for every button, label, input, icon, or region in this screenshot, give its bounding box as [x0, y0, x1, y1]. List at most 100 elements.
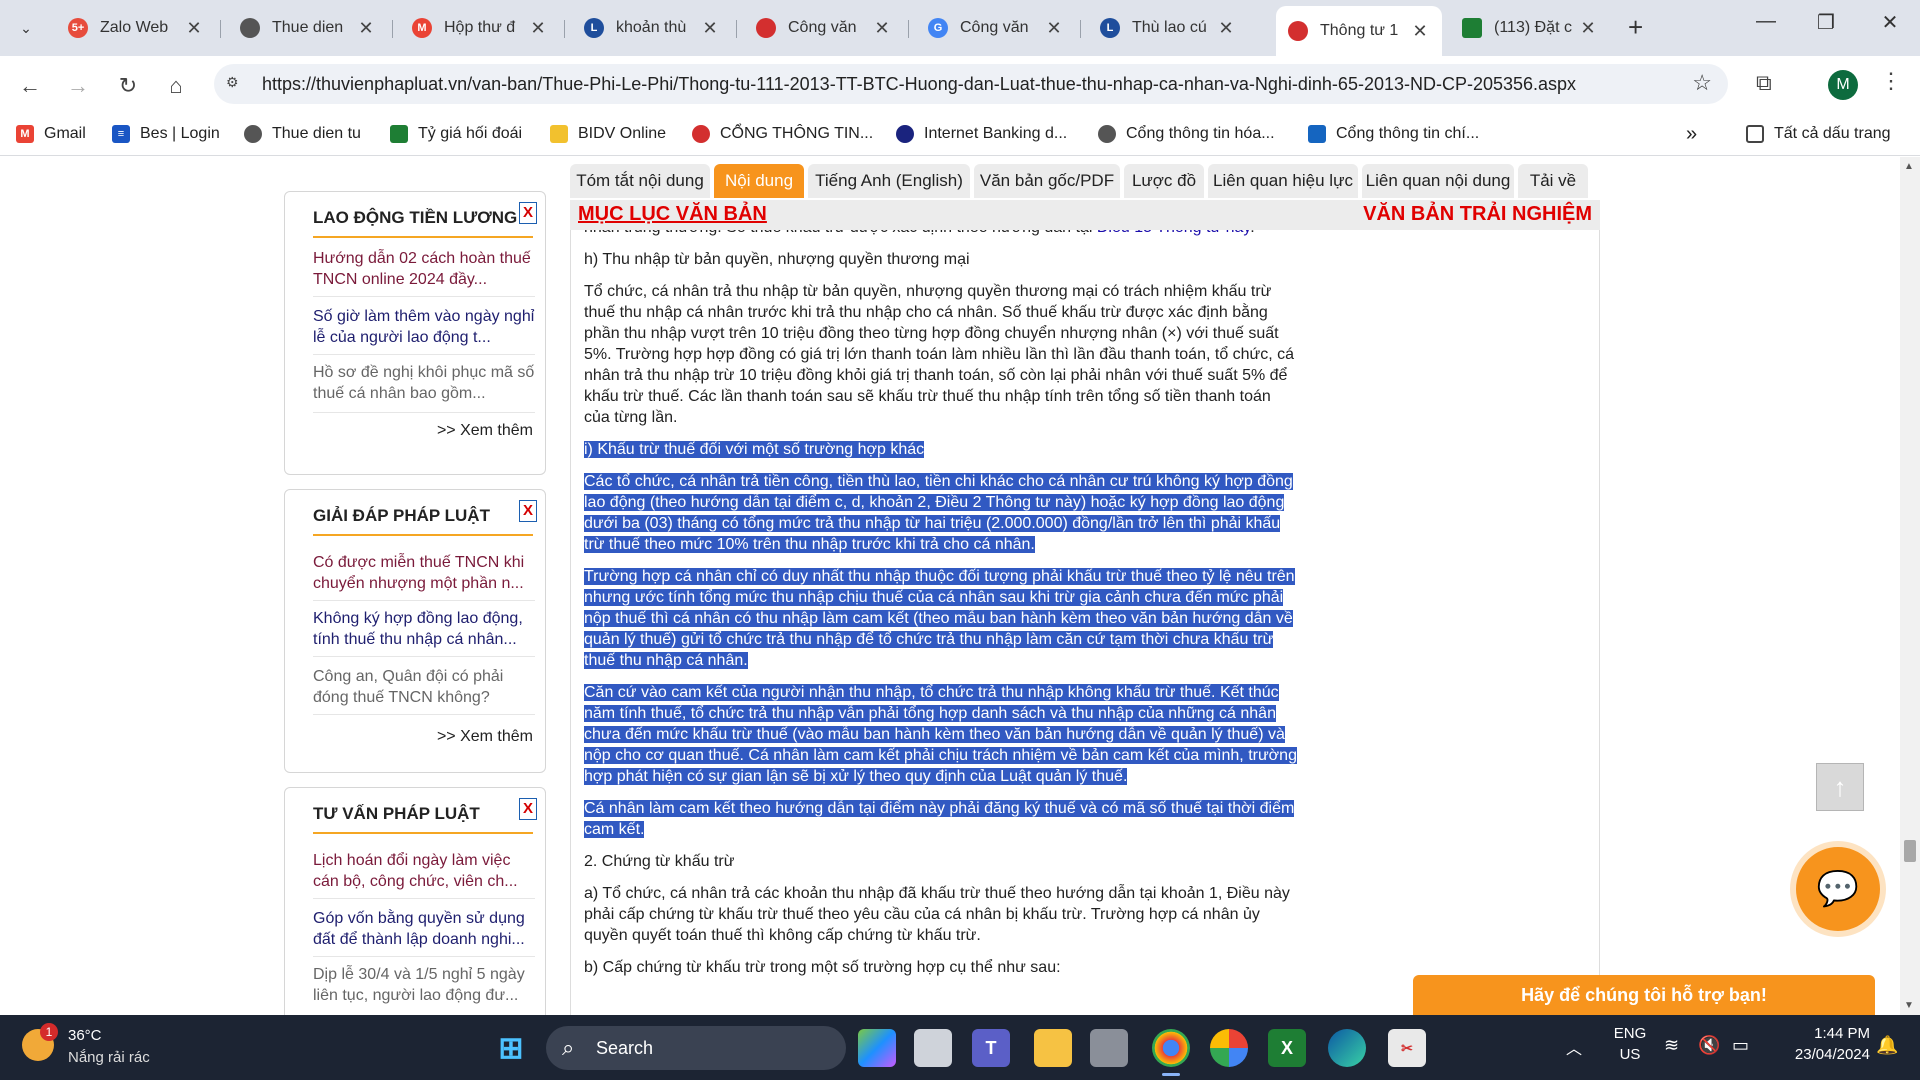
close-icon[interactable]: ✕ [356, 18, 376, 39]
sidebar-link[interactable]: Lịch hoán đổi ngày làm việc cán bộ, công… [313, 850, 535, 892]
weather-temp[interactable]: 36°C [68, 1027, 102, 1044]
site-info-icon[interactable]: ⚙ [226, 74, 248, 94]
clock[interactable]: 1:44 PM 23/04/2024 [1770, 1025, 1870, 1063]
tab-tom-tat[interactable]: Tóm tắt nội dung [570, 164, 710, 198]
close-icon[interactable]: ✕ [1410, 21, 1430, 42]
tab-khoan-thu[interactable]: L khoản thù ✕ [572, 8, 732, 48]
copilot-icon[interactable] [858, 1029, 896, 1067]
chrome-icon[interactable] [1152, 1029, 1190, 1067]
url-text[interactable]: https://thuvienphapluat.vn/van-ban/Thue-… [262, 74, 1576, 95]
bookmark-star-icon[interactable]: ☆ [1692, 70, 1712, 96]
taskbar-search[interactable]: ⌕ Search [546, 1026, 846, 1070]
language-indicator[interactable]: ENG US [1610, 1025, 1650, 1063]
bookmark-internet-banking[interactable]: Internet Banking d... [896, 122, 1067, 146]
file-explorer-icon[interactable] [1034, 1029, 1072, 1067]
tab-title: Công văn [788, 19, 857, 36]
chat-icon[interactable]: 💬 [1790, 841, 1886, 937]
tray-chevron-icon[interactable]: ︿ [1566, 1035, 1582, 1059]
sidebar-link[interactable]: Số giờ làm thêm vào ngày nghỉ lễ của ngư… [313, 306, 535, 348]
weather-desc[interactable]: Nắng rải rác [68, 1049, 150, 1066]
all-bookmarks[interactable]: Tất cả dấu trang [1746, 122, 1891, 146]
snipping-tool-icon[interactable]: ✂ [1388, 1029, 1426, 1067]
tab-sheets[interactable]: (113) Đặt c ✕ [1450, 8, 1610, 48]
see-more-link[interactable]: >> Xem thêm [437, 728, 533, 746]
forward-button[interactable]: → [62, 70, 94, 102]
sidebar-link[interactable]: Công an, Quân đội có phải đóng thuế TNCN… [313, 666, 535, 708]
tab-cong-van-2[interactable]: G Công văn ✕ [916, 8, 1076, 48]
bookmark-cong-thong-tin[interactable]: CỔNG THÔNG TIN... [692, 122, 873, 146]
sidebar-link[interactable]: Góp vốn bằng quyền sử dụng đất để thành … [313, 908, 535, 950]
page-scrollbar[interactable]: ▲ ▼ [1900, 157, 1920, 1015]
tab-cong-van-1[interactable]: Công văn ✕ [744, 8, 904, 48]
back-button[interactable]: ← [14, 70, 46, 102]
close-box-button[interactable]: X [519, 202, 537, 224]
bookmark-hoa-don[interactable]: Cổng thông tin hóa... [1098, 122, 1275, 146]
close-icon[interactable]: ✕ [528, 18, 548, 39]
menu-icon[interactable]: ⋮ [1880, 68, 1902, 94]
teams-icon[interactable]: T [972, 1029, 1010, 1067]
close-box-button[interactable]: X [519, 500, 537, 522]
tab-tai-ve[interactable]: Tải về [1518, 164, 1588, 198]
tab-luoc-do[interactable]: Lược đồ [1124, 164, 1204, 198]
close-box-button[interactable]: X [519, 798, 537, 820]
photos-icon[interactable] [1210, 1029, 1248, 1067]
address-bar[interactable]: ⚙ https://thuvienphapluat.vn/van-ban/Thu… [214, 64, 1728, 104]
tab-zalo[interactable]: 5+ Zalo Web ✕ [56, 8, 216, 48]
tab-van-ban-goc[interactable]: Văn bản gốc/PDF [974, 164, 1120, 198]
battery-icon[interactable]: ▭ [1732, 1035, 1749, 1056]
new-tab-button[interactable]: + [1628, 12, 1643, 43]
reload-button[interactable]: ↻ [112, 70, 144, 102]
tab-title: Zalo Web [100, 19, 169, 36]
bookmark-gmail[interactable]: M Gmail [16, 122, 86, 146]
bookmark-ty-gia[interactable]: Tỷ giá hối đoái [390, 122, 522, 146]
close-window-button[interactable]: ✕ [1860, 10, 1920, 35]
tab-noi-dung[interactable]: Nội dung [714, 164, 804, 198]
tab-lien-quan-hieu-luc[interactable]: Liên quan hiệu lực [1208, 164, 1358, 198]
list-icon: ≡ [112, 125, 130, 143]
scroll-up-icon[interactable]: ▲ [1904, 161, 1914, 172]
wifi-icon[interactable]: ≋ [1664, 1035, 1679, 1056]
tab-gmail[interactable]: M Hộp thư đ ✕ [400, 8, 560, 48]
more-bookmarks-chevron-icon[interactable]: » [1686, 122, 1697, 146]
sidebar-link[interactable]: Dịp lễ 30/4 và 1/5 nghỉ 5 ngày liên tục,… [313, 964, 535, 1006]
close-icon[interactable]: ✕ [1044, 18, 1064, 39]
volume-muted-icon[interactable]: 🔇 [1698, 1035, 1720, 1056]
close-icon[interactable]: ✕ [1216, 18, 1236, 39]
trial-document-link[interactable]: VĂN BẢN TRẢI NGHIỆM [1363, 203, 1592, 226]
home-button[interactable]: ⌂ [160, 70, 192, 102]
close-icon[interactable]: ✕ [872, 18, 892, 39]
extensions-icon[interactable]: ⧉ [1756, 70, 1772, 96]
bookmark-chinh-phu[interactable]: Cổng thông tin chí... [1308, 122, 1479, 146]
edge-icon[interactable] [1328, 1029, 1366, 1067]
app-icon[interactable] [1090, 1029, 1128, 1067]
sidebar-link[interactable]: Hướng dẫn 02 cách hoàn thuế TNCN online … [313, 248, 535, 290]
scrollbar-thumb[interactable] [1904, 840, 1916, 862]
bookmark-bes[interactable]: ≡ Bes | Login [112, 122, 220, 146]
sidebar-link[interactable]: Không ký hợp đồng lao động, tính thuế th… [313, 608, 535, 650]
close-icon[interactable]: ✕ [700, 18, 720, 39]
support-chat-bar[interactable]: Hãy để chúng tôi hỗ trợ bạn! [1413, 975, 1875, 1015]
tab-search-button[interactable]: ⌄ [10, 12, 42, 44]
minimize-button[interactable]: — [1736, 10, 1796, 33]
scroll-down-icon[interactable]: ▼ [1904, 1000, 1914, 1011]
task-view-icon[interactable] [914, 1029, 952, 1067]
restore-button[interactable]: ❐ [1796, 10, 1856, 35]
sidebar-link[interactable]: Hồ sơ đề nghị khôi phục mã số thuế cá nh… [313, 362, 535, 404]
tab-thu-lao[interactable]: L Thù lao cú ✕ [1088, 8, 1248, 48]
see-more-link[interactable]: >> Xem thêm [437, 422, 533, 440]
tab-thue-dien[interactable]: Thue dien ✕ [228, 8, 388, 48]
notification-bell-icon[interactable]: 🔔 [1876, 1035, 1898, 1056]
windows-start-icon[interactable]: ⊞ [492, 1029, 530, 1067]
tab-thong-tu-active[interactable]: Thông tư 1 ✕ [1276, 6, 1442, 56]
bookmark-bidv[interactable]: BIDV Online [550, 122, 666, 146]
profile-avatar[interactable]: M [1828, 70, 1858, 100]
bookmark-thue-dien-tu[interactable]: Thue dien tu [244, 122, 361, 146]
excel-icon[interactable]: X [1268, 1029, 1306, 1067]
tab-tieng-anh[interactable]: Tiếng Anh (English) [808, 164, 970, 198]
close-icon[interactable]: ✕ [1578, 18, 1598, 39]
table-of-contents-link[interactable]: MỤC LỤC VĂN BẢN [578, 203, 767, 226]
close-icon[interactable]: ✕ [184, 18, 204, 39]
tab-lien-quan-noi-dung[interactable]: Liên quan nội dung [1362, 164, 1514, 198]
sidebar-link[interactable]: Có được miễn thuế TNCN khi chuyển nhượng… [313, 552, 535, 594]
scroll-to-top-button[interactable]: ↑ [1816, 763, 1864, 811]
